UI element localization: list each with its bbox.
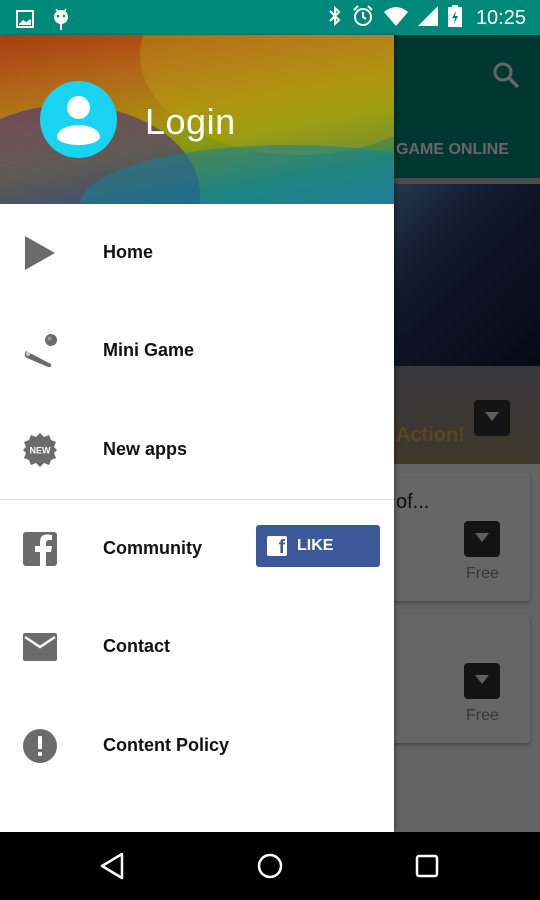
status-time: 10:25: [475, 7, 526, 29]
drawer-item-new-apps[interactable]: NEW New apps: [0, 401, 394, 499]
alert-circle-icon: [22, 728, 58, 764]
cell-signal-icon: [417, 6, 438, 31]
drawer-header[interactable]: Login: [0, 35, 394, 204]
home-icon: [257, 853, 283, 879]
login-label[interactable]: Login: [145, 101, 236, 143]
new-badge-icon: NEW: [22, 432, 58, 468]
drawer-item-label: Community: [103, 538, 202, 558]
recents-icon: [415, 854, 439, 878]
facebook-logo-icon: f: [267, 536, 287, 558]
drawer-item-content-policy[interactable]: Content Policy: [0, 697, 394, 795]
android-notification-icon: [52, 8, 70, 35]
facebook-like-button[interactable]: f LIKE: [256, 525, 380, 567]
drawer-item-label: Mini Game: [103, 340, 195, 360]
bluetooth-icon: [328, 5, 342, 32]
drawer-item-community[interactable]: Community f LIKE: [0, 500, 394, 598]
back-button[interactable]: [97, 850, 129, 882]
battery-charging-icon: [447, 5, 462, 32]
mail-icon: [22, 629, 58, 665]
drawer-item-label: Contact: [103, 636, 170, 656]
facebook-icon: [22, 531, 58, 567]
drawer-item-label: New apps: [103, 439, 188, 459]
drawer-item-contact[interactable]: Contact: [0, 598, 394, 696]
drawer-item-label: Home: [103, 242, 154, 262]
home-button[interactable]: [254, 850, 286, 882]
play-icon: [22, 235, 58, 271]
wifi-icon: [383, 6, 408, 31]
back-icon: [100, 852, 124, 880]
status-bar: 10:25: [0, 0, 540, 35]
alarm-icon: [352, 5, 374, 32]
recents-button[interactable]: [411, 850, 443, 882]
drawer-item-mini-game[interactable]: Mini Game: [0, 302, 394, 400]
navigation-drawer: Login Home Mini Game NEW New apps Commun…: [0, 35, 394, 832]
svg-text:NEW: NEW: [30, 446, 52, 456]
like-button-label: LIKE: [297, 537, 334, 554]
drawer-item-home[interactable]: Home: [0, 204, 394, 302]
image-notification-icon: [16, 10, 34, 33]
system-nav-bar: [0, 832, 540, 900]
pinball-icon: [22, 333, 58, 369]
drawer-item-label: Content Policy: [103, 735, 230, 755]
avatar-icon[interactable]: [40, 81, 117, 158]
